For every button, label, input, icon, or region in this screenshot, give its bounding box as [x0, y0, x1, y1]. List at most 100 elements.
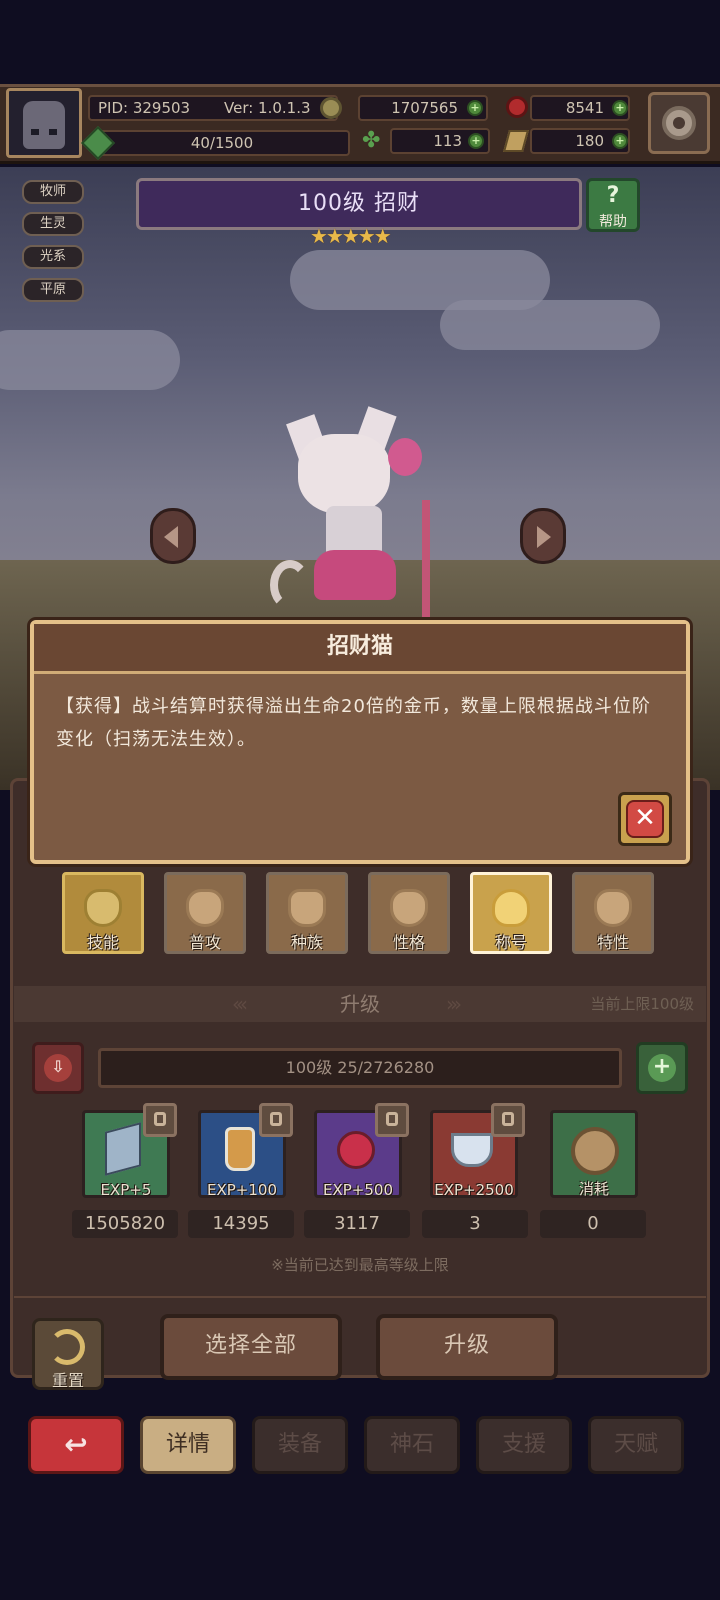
- teapot-icon: [451, 1133, 493, 1167]
- pid-version-panel: PID: 329503 Ver: 1.0.1.3: [88, 95, 338, 121]
- hero-title: 100级 招财: [298, 191, 420, 216]
- item-label: EXP+2500: [434, 1181, 514, 1199]
- potion-icon: [225, 1127, 255, 1171]
- decrease-level-button[interactable]: ⇩: [32, 1042, 84, 1094]
- item-count: 3117: [304, 1210, 410, 1238]
- upgrade-button[interactable]: 升级: [376, 1314, 558, 1380]
- exp-item-medium[interactable]: EXP+100: [198, 1103, 293, 1199]
- item-label: EXP+100: [207, 1181, 277, 1199]
- reset-button[interactable]: 重置: [32, 1318, 104, 1390]
- level-progress-text: 100级 25/2726280: [285, 1058, 435, 1077]
- nav-equipment[interactable]: 装备: [252, 1416, 348, 1474]
- arrow-right-icon: [537, 526, 551, 548]
- return-arrow-icon: ↩: [64, 1428, 88, 1461]
- tab-race[interactable]: 种族: [266, 872, 348, 954]
- next-hero-button[interactable]: [520, 508, 566, 564]
- hero-sprite: [270, 406, 440, 620]
- nav-support[interactable]: 支援: [476, 1416, 572, 1474]
- nav-talent[interactable]: 天赋: [588, 1416, 684, 1474]
- tab-label: 种族: [290, 933, 323, 952]
- avatar-face-icon: [23, 101, 65, 149]
- tab-label: 普攻: [188, 933, 221, 952]
- tab-label: 性格: [392, 933, 425, 952]
- tab-label: 称号: [494, 933, 527, 952]
- add-gold-icon[interactable]: +: [467, 100, 483, 116]
- item-count: 3: [422, 1210, 528, 1238]
- level-cap-text: 当前上限100级: [590, 995, 694, 1013]
- dialog-title: 招财猫: [34, 624, 686, 674]
- close-icon: ✕: [626, 800, 664, 838]
- lock-icon[interactable]: [491, 1103, 525, 1137]
- previous-hero-button[interactable]: [150, 508, 196, 564]
- reset-label: 重置: [51, 1371, 84, 1390]
- help-label: 帮助: [599, 214, 627, 230]
- heart-plus-icon: [390, 889, 428, 927]
- gem-icon: [506, 96, 528, 118]
- player-id: PID: 329503: [98, 99, 191, 117]
- tab-personality[interactable]: 性格: [368, 872, 450, 954]
- player-avatar[interactable]: [6, 88, 82, 158]
- item-count: 1505820: [72, 1210, 178, 1238]
- clover-icon: ✤: [362, 128, 381, 153]
- star-rating: ★★★★★: [310, 224, 392, 248]
- game-version: Ver: 1.0.1.3: [224, 99, 311, 117]
- level-progress-bar: 100级 25/2726280: [98, 1048, 622, 1088]
- energy-bar: 40/1500: [94, 130, 350, 156]
- add-clover-icon[interactable]: +: [468, 133, 484, 149]
- nav-god-stone[interactable]: 神石: [364, 1416, 460, 1474]
- fruit-icon: [337, 1131, 375, 1169]
- lock-icon[interactable]: [259, 1103, 293, 1137]
- item-label: 消耗: [578, 1180, 609, 1198]
- cloud: [440, 300, 660, 350]
- gold-value: 1707565: [391, 99, 458, 117]
- item-label: EXP+5: [100, 1181, 152, 1199]
- exp-item-small[interactable]: EXP+5: [82, 1103, 177, 1199]
- heart-plus-icon: [186, 889, 224, 927]
- refresh-icon: [49, 1329, 85, 1365]
- cloud: [0, 330, 180, 390]
- clover-value: 113: [433, 132, 462, 150]
- plus-icon: +: [648, 1054, 676, 1082]
- max-level-note: ※当前已达到最高等级上限: [271, 1256, 449, 1274]
- item-label: EXP+500: [323, 1181, 393, 1199]
- download-arrow-icon: ⇩: [44, 1054, 72, 1082]
- crystal-icon: [105, 1122, 141, 1176]
- increase-level-button[interactable]: +: [636, 1042, 688, 1094]
- tab-title[interactable]: 称号: [470, 872, 552, 954]
- paw-coin-icon: [571, 1127, 619, 1175]
- ticket-value: 180: [575, 132, 604, 150]
- trait-tag: 生灵: [22, 212, 84, 236]
- hero-title-banner: 100级 招财: [136, 178, 582, 230]
- title-info-dialog: 招财猫 【获得】战斗结算时获得溢出生命20倍的金币，数量上限根据战斗位阶变化（扫…: [30, 620, 690, 864]
- exp-item-large[interactable]: EXP+500: [314, 1103, 409, 1199]
- add-ticket-icon[interactable]: +: [612, 133, 628, 149]
- add-gem-icon[interactable]: +: [612, 100, 628, 116]
- heart-plus-icon: [594, 889, 632, 927]
- trait-tag: 光系: [22, 245, 84, 269]
- back-button[interactable]: ↩: [28, 1416, 124, 1474]
- heart-plus-icon: [84, 889, 122, 927]
- trait-tag: 平原: [22, 278, 84, 302]
- select-all-button[interactable]: 选择全部: [160, 1314, 342, 1380]
- consume-slot[interactable]: 消耗: [550, 1110, 638, 1198]
- dialog-description: 【获得】战斗结算时获得溢出生命20倍的金币，数量上限根据战斗位阶变化（扫荡无法生…: [56, 696, 651, 750]
- help-button[interactable]: ? 帮助: [586, 178, 640, 232]
- tab-trait[interactable]: 特性: [572, 872, 654, 954]
- tab-basic-attack[interactable]: 普攻: [164, 872, 246, 954]
- lucky-cat-icon: [492, 889, 530, 927]
- tab-label: 特性: [596, 933, 629, 952]
- gear-icon: [662, 106, 696, 140]
- exp-item-huge[interactable]: EXP+2500: [430, 1103, 525, 1199]
- settings-button[interactable]: [648, 92, 710, 154]
- cat-face-icon: [288, 889, 326, 927]
- lock-icon[interactable]: [143, 1103, 177, 1137]
- trait-tag: 牧师: [22, 180, 84, 204]
- close-button[interactable]: ✕: [618, 792, 672, 846]
- nav-details[interactable]: 详情: [140, 1416, 236, 1474]
- energy-value: 40/1500: [190, 134, 254, 152]
- coin-icon: [320, 97, 342, 119]
- tab-skill[interactable]: 技能: [62, 872, 144, 954]
- divider: [14, 1296, 706, 1298]
- arrow-left-icon: [164, 526, 178, 548]
- lock-icon[interactable]: [375, 1103, 409, 1137]
